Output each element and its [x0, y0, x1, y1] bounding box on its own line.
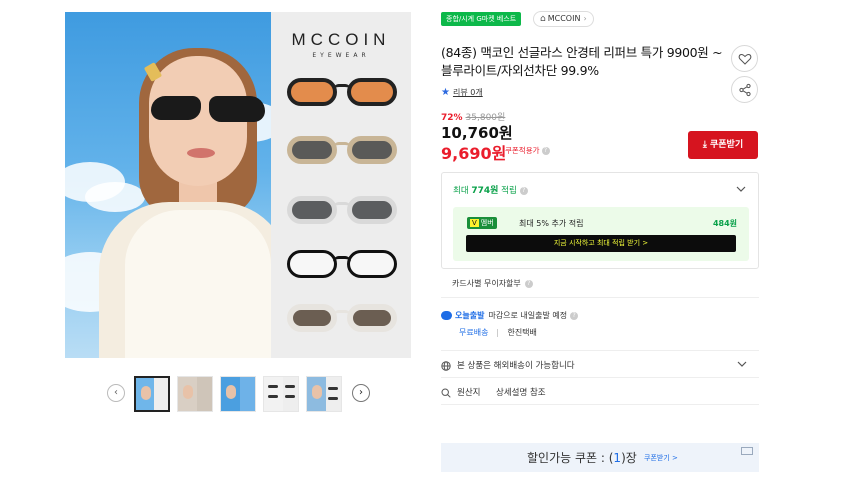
coupon-icon [741, 447, 753, 455]
review-link[interactable]: ★ 리뷰 0개 [441, 87, 483, 98]
gmarket-best-badge: 종합/시계 G마켓 베스트 [441, 12, 522, 26]
brand-sub: EYEWEAR [312, 52, 370, 59]
wishlist-button[interactable] [731, 45, 758, 72]
heart-icon [738, 53, 752, 65]
help-icon: ? [541, 147, 550, 155]
review-count: 리뷰 0개 [452, 88, 483, 97]
shipping-text: 마감으로 내일출발 예정 [488, 311, 568, 320]
today-shipping-badge: 오늘출발 [455, 311, 485, 320]
member-benefit: V 멤버 최대 5% 추가 적립 484원 지금 시작하고 최대 적립 받기 > [453, 207, 749, 261]
divider [441, 404, 759, 405]
share-button[interactable] [731, 76, 758, 103]
thumbnail-1[interactable] [134, 376, 170, 412]
truck-icon [441, 311, 452, 320]
thumbnails-prev-button[interactable]: ‹ [107, 384, 125, 402]
coupon-count: 1 [613, 451, 622, 465]
help-icon: ? [524, 279, 533, 288]
thumbnails-next-button[interactable]: › [352, 384, 370, 402]
shipping-info: 오늘출발 마감으로 내일출발 예정? [441, 310, 579, 321]
available-coupons-bar: 할인가능 쿠폰 : (1)장 쿠폰받기 > [441, 443, 759, 472]
origin-label: 원산지 [457, 388, 481, 398]
chevron-right-icon: › [583, 14, 587, 23]
available-coupons-title: 할인가능 쿠폰 : (1)장 [527, 451, 637, 465]
search-icon [441, 387, 451, 398]
smile-club-badge: V 멤버 [467, 217, 497, 229]
thumbnail-4[interactable] [263, 376, 299, 412]
product-title: (84종) 맥코인 선글라스 안경테 리퍼브 특가 9900원 ~ 블루라이트/… [441, 45, 723, 78]
thumbnail-2[interactable] [177, 376, 213, 412]
help-icon: ? [570, 311, 579, 320]
share-icon [739, 83, 751, 97]
star-icon: ★ [441, 87, 450, 98]
member-benefit-text: 최대 5% 추가 적립 [519, 219, 584, 228]
free-shipping: 무료배송 [459, 328, 489, 337]
installment-info[interactable]: 카드사별 무이자할부? [452, 278, 533, 289]
member-join-button[interactable]: 지금 시작하고 최대 적립 받기 > [466, 235, 736, 252]
store-link[interactable]: ⌂ MCCOIN › [533, 11, 594, 27]
max-points-amount: 774원 [471, 186, 499, 196]
coupon-applied-text: 쿠폰적용가 [505, 146, 540, 155]
globe-icon [441, 360, 451, 371]
store-name: MCCOIN [547, 14, 581, 23]
coupon-download-button[interactable]: ⤓ 쿠폰받기 [688, 131, 758, 159]
divider [441, 350, 759, 351]
model-photo [65, 12, 271, 358]
shipping-sub: 무료배송 한진택배 [459, 327, 537, 338]
courier-name: 한진택배 [507, 328, 537, 337]
coupon-button-label: 쿠폰받기 [710, 140, 744, 150]
chevron-down-icon[interactable] [737, 360, 747, 368]
chevron-down-icon[interactable] [736, 185, 746, 193]
eyewear-catalog: MCCOIN EYEWEAR [271, 12, 411, 358]
divider [441, 297, 759, 298]
max-points: 최대 774원 적립? [453, 183, 528, 196]
overseas-shipping-row[interactable]: 본 상품은 해외배송이 가능합니다 [441, 359, 575, 371]
brand-logo: MCCOIN [291, 30, 391, 49]
origin-row: 원산지 [441, 386, 480, 398]
points-box: 최대 774원 적립? V 멤버 최대 5% 추가 적립 484원 지금 시작하고… [441, 172, 759, 269]
home-icon: ⌂ [540, 14, 546, 24]
overseas-shipping-text: 본 상품은 해외배송이 가능합니다 [457, 361, 575, 371]
help-icon: ? [519, 186, 528, 195]
main-product-image[interactable]: MCCOIN EYEWEAR [65, 12, 411, 358]
coupon-applied-label[interactable]: 쿠폰적용가? [505, 145, 550, 156]
coupon-bar-download-link[interactable]: 쿠폰받기 > [644, 453, 678, 463]
divider [441, 377, 759, 378]
thumbnail-3[interactable] [220, 376, 256, 412]
top-cutoff-row [0, 0, 850, 6]
download-icon: ⤓ [702, 140, 707, 150]
member-benefit-amount: 484원 [712, 219, 737, 228]
coupon-price: 9,690원 [441, 144, 507, 163]
thumbnail-5[interactable] [306, 376, 342, 412]
origin-value: 상세설명 참조 [496, 388, 546, 398]
